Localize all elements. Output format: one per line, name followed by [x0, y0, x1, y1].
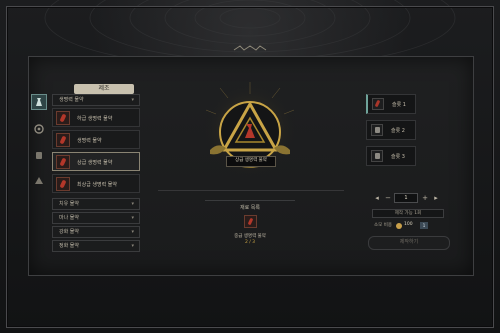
divider	[205, 200, 295, 201]
cost-badge: 1	[420, 222, 428, 229]
result-slot[interactable]: 슬롯 1	[366, 94, 416, 114]
category-dropdown[interactable]: 강화 물약 ▾	[52, 226, 140, 238]
potion-icon	[56, 133, 70, 147]
emblem-label: 상급 생명력 물약	[226, 156, 276, 167]
potion-icon	[372, 98, 384, 110]
recipe-item[interactable]: 생명력 물약	[52, 130, 140, 149]
chevron-down-icon: ▾	[131, 243, 134, 249]
divider	[158, 190, 344, 191]
recipe-item[interactable]: 최상급 생명력 물약	[52, 174, 140, 193]
category-label: 정화 물약	[59, 243, 79, 249]
minus-button[interactable]: −	[383, 193, 393, 203]
plus-button[interactable]: +	[420, 193, 430, 203]
result-slot[interactable]: 슬롯 3	[366, 146, 416, 166]
craft-requirement: 제작 가능 1회	[372, 209, 444, 218]
slot-label: 슬롯 1	[392, 102, 406, 108]
category-label: 생명력 물약	[59, 97, 84, 103]
decrease-button[interactable]: ◂	[372, 193, 382, 203]
potion-icon	[56, 111, 70, 125]
slot-label: 슬롯 2	[391, 128, 405, 134]
list-header: 제조	[74, 84, 134, 94]
category-label: 치유 물약	[59, 201, 79, 207]
recipe-label: 생명력 물약	[77, 138, 102, 144]
result-slot[interactable]: 슬롯 2	[366, 120, 416, 140]
category-label: 마나 물약	[59, 215, 79, 221]
category-dropdown[interactable]: 정화 물약 ▾	[52, 240, 140, 252]
quantity-input[interactable]: 1	[394, 193, 418, 203]
slot-label: 슬롯 3	[391, 154, 405, 160]
material-tab-icon[interactable]	[31, 174, 47, 190]
gear-tab-icon[interactable]	[31, 122, 47, 138]
jar-icon	[371, 150, 383, 162]
category-dropdown[interactable]: 마나 물약 ▾	[52, 212, 140, 224]
increase-button[interactable]: ▸	[431, 193, 441, 203]
chevron-down-icon: ▾	[131, 229, 134, 235]
chevron-down-icon: ▾	[131, 97, 134, 103]
recipe-label: 상급 생명력 물약	[77, 160, 113, 166]
category-dropdown[interactable]: 치유 물약 ▾	[52, 198, 140, 210]
quantity-stepper: ◂ − 1 + ▸	[372, 193, 442, 203]
recipe-label: 최상급 생명력 물약	[77, 182, 117, 188]
cost-label: 소모 비용	[374, 223, 392, 228]
chevron-down-icon: ▾	[131, 201, 134, 207]
category-label: 강화 물약	[59, 229, 79, 235]
cost-row: 소모 비용 100 1	[374, 222, 446, 230]
category-dropdown-hp[interactable]: 생명력 물약 ▾	[52, 94, 140, 106]
material-quantity: 2 / 3	[244, 240, 256, 245]
jar-icon	[371, 124, 383, 136]
potion-icon	[56, 155, 70, 169]
cost-value: 100	[404, 222, 413, 227]
chevron-down-icon: ▾	[131, 215, 134, 221]
top-ornament-icon	[233, 45, 267, 51]
recipe-label: 하급 생명력 물약	[77, 116, 113, 122]
material-potion-icon[interactable]	[244, 215, 257, 228]
recipe-item-selected[interactable]: 상급 생명력 물약	[52, 152, 140, 171]
materials-title: 재료 목록	[240, 205, 260, 211]
coin-icon	[396, 223, 402, 229]
material-name: 중급 생명력 물약	[234, 234, 266, 239]
recipe-item[interactable]: 하급 생명력 물약	[52, 108, 140, 127]
cooking-tab-icon[interactable]	[31, 148, 47, 164]
craft-button[interactable]: 제작하기	[368, 236, 450, 250]
potion-icon	[56, 177, 70, 191]
potion-tab-icon[interactable]	[31, 94, 47, 110]
